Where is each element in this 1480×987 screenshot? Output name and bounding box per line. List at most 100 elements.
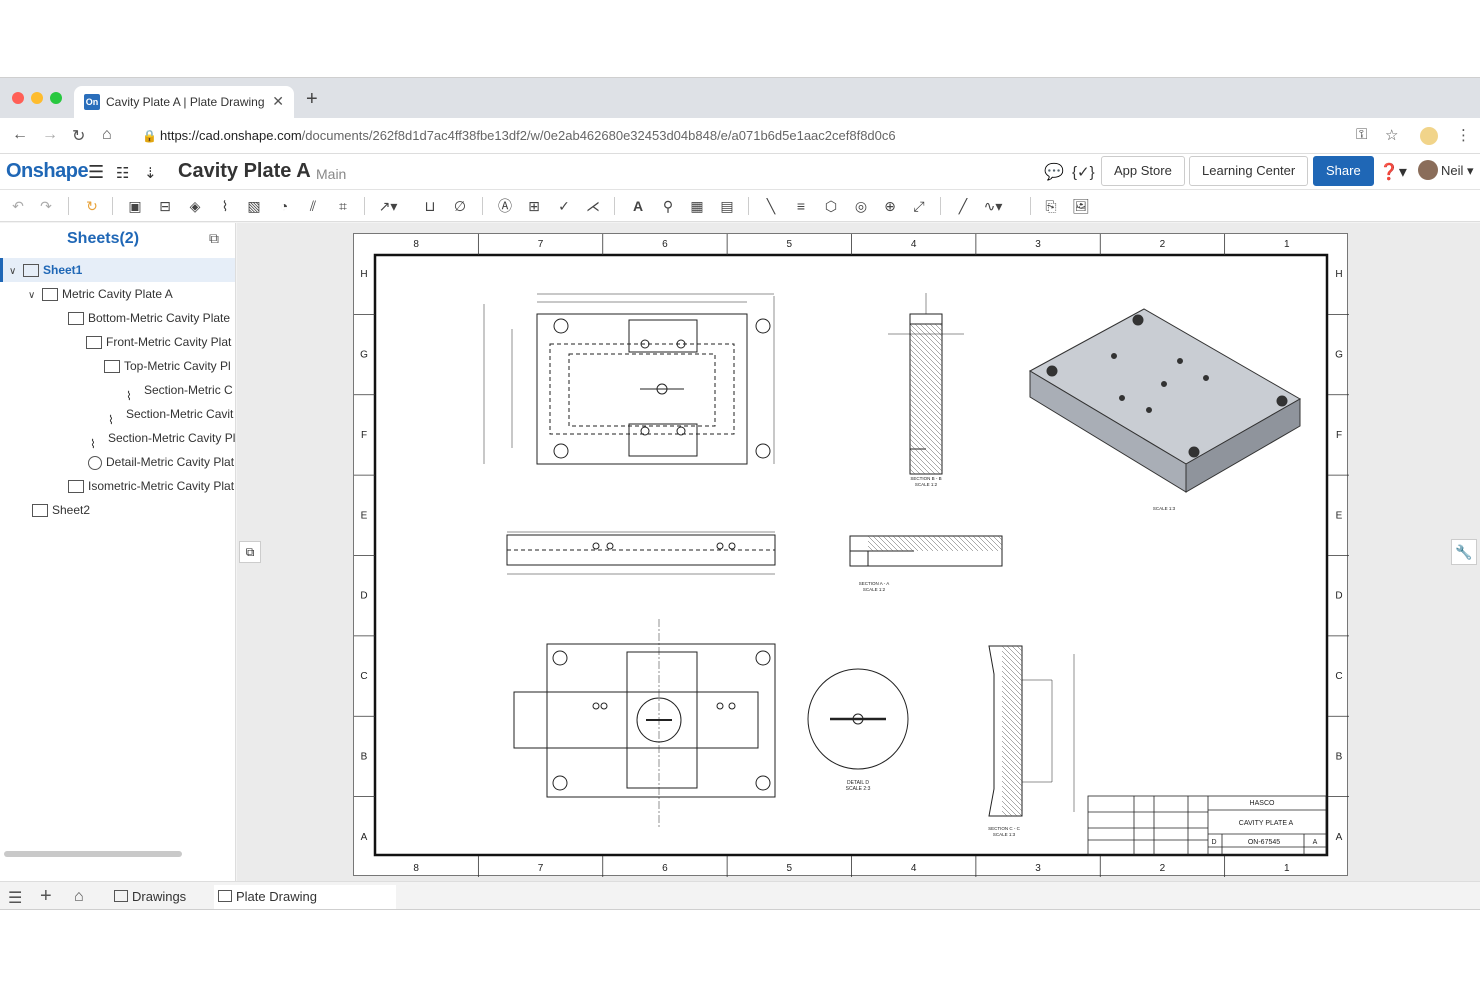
table-icon[interactable]: ▦	[687, 196, 707, 216]
text-icon[interactable]: A	[628, 196, 648, 216]
auxiliary-view-icon[interactable]: ◈	[185, 196, 205, 216]
insert-view-icon[interactable]: ▣	[125, 196, 145, 216]
close-tab-icon[interactable]: ✕	[272, 93, 284, 110]
tree-item-view[interactable]: Top-Metric Cavity Pl	[0, 354, 235, 378]
zone-column-label-top: 5	[787, 239, 793, 250]
section-view-icon[interactable]: ⌇	[215, 196, 235, 216]
help-icon[interactable]: ❓▾	[1379, 162, 1407, 182]
centerline-icon[interactable]: ╲	[761, 196, 781, 216]
tree-item-view[interactable]: Bottom-Metric Cavity Plate	[0, 306, 235, 330]
section-c-view	[988, 645, 1075, 817]
tree-item-view[interactable]: Isometric-Metric Cavity Plat	[0, 474, 235, 498]
update-icon[interactable]: ↻	[82, 196, 102, 216]
point-icon[interactable]: ⤢	[909, 196, 929, 216]
broken-view-icon[interactable]: ▧	[244, 196, 264, 216]
tab-plate-drawing[interactable]: Plate Drawing	[214, 885, 396, 909]
home-icon[interactable]: ⌂	[74, 888, 84, 906]
featurescript-icon[interactable]: {✓}	[1072, 163, 1095, 181]
tree-item-view-group[interactable]: ∨ Metric Cavity Plate A	[0, 282, 235, 306]
zone-row-label-right: A	[1336, 832, 1343, 843]
crop-icon[interactable]: ⌗	[333, 196, 353, 216]
wrench-icon[interactable]: 🔧	[1451, 539, 1477, 565]
forward-arrow-icon[interactable]: →	[42, 126, 58, 144]
share-button[interactable]: Share	[1313, 156, 1374, 186]
back-arrow-icon[interactable]: ←	[12, 126, 28, 144]
minimize-window-dot[interactable]	[31, 92, 43, 104]
home-icon[interactable]: ⌂	[102, 126, 112, 144]
detail-view-icon[interactable]: ◔	[274, 196, 294, 216]
chevron-down-icon[interactable]: ∨	[9, 260, 23, 282]
learning-center-button[interactable]: Learning Center	[1189, 156, 1309, 186]
circle-center-icon[interactable]: ⊕	[880, 196, 900, 216]
onshape-favicon-icon: On	[84, 94, 100, 110]
document-title[interactable]: Cavity Plate A	[178, 160, 311, 183]
tree-item-view[interactable]: Detail-Metric Cavity Plat	[0, 450, 235, 474]
zone-row-label-left: A	[361, 832, 368, 843]
tree-item-sheet1[interactable]: ∨ Sheet1	[0, 258, 235, 282]
user-menu[interactable]: Neil ▾	[1441, 163, 1474, 179]
zone-column-label-bottom: 2	[1160, 863, 1166, 874]
extension-icon[interactable]	[1420, 127, 1438, 145]
app-store-button[interactable]: App Store	[1101, 156, 1185, 186]
undo-icon[interactable]: ↶	[8, 196, 28, 216]
add-tab-icon[interactable]: +	[40, 885, 52, 908]
datum-icon[interactable]: ⚲	[658, 196, 678, 216]
tab-drawings-folder[interactable]: Drawings	[110, 885, 206, 909]
callout-icon[interactable]: ⊞	[524, 196, 544, 216]
panel-collapse-icon[interactable]: ⧉	[239, 541, 261, 563]
image-icon[interactable]: 🖼	[1071, 196, 1091, 216]
avatar[interactable]	[1418, 160, 1438, 180]
sheets-panel: Sheets(2) ⧉ ∨ Sheet1 ∨ Metric Cavity Plate…	[0, 223, 236, 881]
browser-tab-strip: On Cavity Plate A | Plate Drawing ✕ +	[0, 78, 1480, 118]
feature-list-icon[interactable]: ☷	[116, 164, 129, 182]
baseline-dimension-icon[interactable]: ⊔	[420, 196, 440, 216]
sheets-title[interactable]: Sheets(2)	[67, 230, 139, 248]
zone-column-label-top: 3	[1035, 239, 1041, 250]
line-icon[interactable]: ╱	[953, 196, 973, 216]
surface-finish-icon[interactable]: ✓	[554, 196, 574, 216]
zone-row-label-right: B	[1336, 751, 1343, 762]
filter-tabs-icon[interactable]: ☰	[8, 888, 22, 908]
maximize-window-dot[interactable]	[50, 92, 62, 104]
insert-icon[interactable]: ⇣	[144, 164, 157, 182]
tree-item-sheet2[interactable]: Sheet2	[0, 498, 235, 522]
center-mark-icon[interactable]: ◎	[851, 196, 871, 216]
projected-view-icon[interactable]: ⊟	[155, 196, 175, 216]
spline-icon[interactable]: ∿▾	[983, 196, 1003, 216]
key-icon[interactable]: ⚿	[1356, 126, 1367, 143]
drawing-canvas[interactable]: ⧉ 8877665544332211HHGGFFEEDDCCBBAA DETAI…	[237, 223, 1480, 881]
browser-tab[interactable]: On Cavity Plate A | Plate Drawing ✕	[74, 86, 294, 118]
bom-table-icon[interactable]: ▤	[717, 196, 737, 216]
tree-item-view[interactable]: ⌇ Section-Metric Cavit	[0, 402, 235, 426]
crop-view-icon[interactable]: ⫽	[303, 196, 323, 216]
url-field[interactable]: 🔒 https://cad.onshape.com/documents/262f…	[138, 124, 1408, 148]
zone-row-label-right: C	[1335, 671, 1342, 682]
redo-icon[interactable]: ↷	[36, 196, 56, 216]
new-tab-icon[interactable]: +	[306, 88, 318, 111]
onshape-logo[interactable]: Onshape	[6, 160, 89, 183]
hatch-icon[interactable]: ≡	[791, 196, 811, 216]
tree-item-view[interactable]: ⌇ Section-Metric Cavity Pl	[0, 426, 235, 450]
zone-row-label-left: H	[360, 269, 367, 280]
export-dxf-icon[interactable]: ⎘	[1041, 196, 1061, 216]
browser-menu-icon[interactable]: ⋮	[1456, 126, 1471, 144]
weld-symbol-icon[interactable]: ⋌	[583, 196, 603, 216]
panel-scrollbar[interactable]	[4, 851, 182, 857]
dimension-icon[interactable]: ↗▾	[378, 196, 398, 216]
reload-icon[interactable]: ↻	[72, 126, 85, 146]
bookmark-star-icon[interactable]: ☆	[1385, 126, 1398, 144]
note-icon[interactable]: Ⓐ	[495, 196, 515, 216]
zone-row-label-left: E	[361, 510, 368, 521]
drawing-sheet[interactable]: 8877665544332211HHGGFFEEDDCCBBAA DETAIL …	[353, 233, 1349, 877]
branch-label[interactable]: Main	[316, 166, 346, 182]
hamburger-menu-icon[interactable]: ☰	[88, 162, 104, 183]
tree-item-view[interactable]: Front-Metric Cavity Plat	[0, 330, 235, 354]
close-window-dot[interactable]	[12, 92, 24, 104]
angle-dimension-icon[interactable]: ∅	[450, 196, 470, 216]
section-b-label: SECTION B - B	[910, 476, 941, 481]
comment-icon[interactable]: 💬	[1044, 162, 1064, 182]
chevron-down-icon[interactable]: ∨	[28, 284, 42, 306]
add-sheet-icon[interactable]: ⧉	[209, 230, 219, 247]
tree-item-view[interactable]: ⌇ Section-Metric C	[0, 378, 235, 402]
bolt-circle-icon[interactable]: ⬡	[821, 196, 841, 216]
